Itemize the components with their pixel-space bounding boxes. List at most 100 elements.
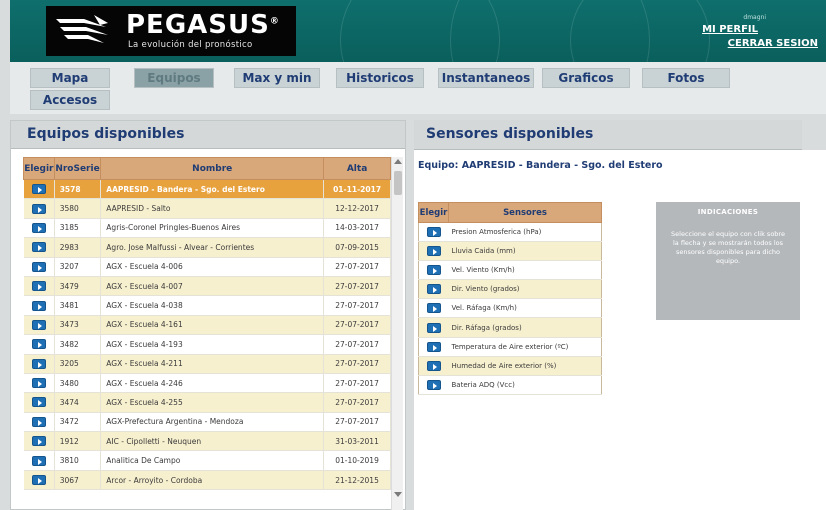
select-arrow-icon[interactable] (426, 322, 441, 333)
table-row[interactable]: 3479 AGX - Escuela 4-007 27-07-2017 (23, 276, 391, 297)
table-row[interactable]: 2983 Agro. Jose Malfussi - Alvear - Corri… (23, 237, 391, 258)
select-arrow-icon[interactable] (426, 227, 441, 238)
nav-equipos[interactable]: Equipos (134, 68, 214, 88)
table-row[interactable]: Dir. Viento (grados) (418, 279, 602, 300)
table-row[interactable]: Vel. Viento (Km/h) (418, 260, 602, 281)
select-arrow-icon[interactable] (31, 184, 46, 195)
scroll-up-icon[interactable] (394, 159, 402, 164)
select-arrow-icon[interactable] (31, 339, 46, 350)
table-row[interactable]: 3205 AGX - Escuela 4-211 27-07-2017 (23, 354, 391, 374)
alta-cell: 12-12-2017 (323, 198, 391, 219)
nav-graficos[interactable]: Graficos (542, 68, 630, 88)
logout-link[interactable]: CERRAR SESION (728, 38, 818, 49)
table-row[interactable]: 3207 AGX - Escuela 4-006 27-07-2017 (23, 257, 391, 277)
sensor-name-cell: Dir. Viento (grados) (448, 279, 602, 300)
profile-link[interactable]: MI PERFIL (702, 24, 758, 35)
alta-cell: 14-03-2017 (323, 218, 391, 239)
select-arrow-icon[interactable] (31, 378, 46, 389)
nroserie-cell: 2983 (54, 237, 102, 258)
nroserie-cell: 3473 (54, 315, 102, 336)
select-cell (23, 334, 55, 355)
select-arrow-icon[interactable] (31, 319, 46, 330)
table-row[interactable]: 3481 AGX - Escuela 4-038 27-07-2017 (23, 295, 391, 316)
column-header-elegir: Elegir (23, 157, 55, 180)
sensor-name-cell: Dir. Ráfaga (grados) (448, 317, 602, 338)
nav-fotos[interactable]: Fotos (642, 68, 730, 88)
select-cell (23, 179, 55, 200)
select-cell (23, 354, 55, 374)
column-header-elegir: Elegir (418, 202, 449, 223)
select-arrow-icon[interactable] (426, 246, 441, 257)
select-arrow-icon[interactable] (426, 284, 441, 295)
table-row[interactable]: Dir. Ráfaga (grados) (418, 317, 602, 338)
select-arrow-icon[interactable] (31, 436, 46, 447)
table-row[interactable]: 1912 AIC - Cipolletti - Neuquen 31-03-2011 (23, 431, 391, 452)
alta-cell: 01-11-2017 (323, 179, 391, 200)
select-cell (23, 198, 55, 219)
select-arrow-icon[interactable] (426, 379, 441, 390)
table-row[interactable]: 3473 AGX - Escuela 4-161 27-07-2017 (23, 315, 391, 336)
nroserie-cell: 3810 (54, 450, 102, 471)
table-row[interactable]: Lluvia Caida (mm) (418, 241, 602, 262)
table-row[interactable]: 3185 Agris-Coronel Pringles-Buenos Aires 1… (23, 218, 391, 239)
table-row[interactable]: 3810 Analitica De Campo 01-10-2019 (23, 450, 391, 471)
select-cell (23, 431, 55, 452)
select-arrow-icon[interactable] (426, 360, 441, 371)
equipos-scrollbar[interactable] (391, 157, 403, 510)
select-cell (418, 375, 449, 395)
sensores-table-body: Presion Atmosferica (hPa) Lluvia Caida (m… (418, 222, 602, 395)
nombre-cell: AGX - Escuela 4-161 (100, 315, 325, 336)
select-arrow-icon[interactable] (31, 281, 46, 292)
sensores-title: Sensores disponibles (426, 126, 594, 142)
alta-cell: 27-07-2017 (323, 276, 391, 297)
nombre-cell: AAPRESID - Salto (100, 198, 325, 219)
main-nav: Mapa Equipos Max y min Historicos Instan… (10, 62, 826, 114)
table-row[interactable]: Temperatura de Aire exterior (ºC) (418, 337, 602, 357)
select-arrow-icon[interactable] (31, 475, 46, 486)
table-row[interactable]: Humedad de Aire exterior (%) (418, 356, 602, 376)
select-arrow-icon[interactable] (31, 397, 46, 408)
table-row[interactable]: 3482 AGX - Escuela 4-193 27-07-2017 (23, 334, 391, 355)
equipos-table-header: Elegir NroSerie Nombre Alta (23, 157, 391, 180)
select-arrow-icon[interactable] (426, 341, 441, 352)
table-row[interactable]: 3067 Arcor - Arroyito - Cordoba 21-12-2015 (23, 470, 391, 491)
table-row[interactable]: Presion Atmosferica (hPa) (418, 222, 602, 243)
select-arrow-icon[interactable] (31, 242, 46, 253)
select-arrow-icon[interactable] (426, 303, 441, 314)
select-arrow-icon[interactable] (31, 455, 46, 466)
nombre-cell: Arcor - Arroyito - Cordoba (100, 470, 325, 491)
equipos-title: Equipos disponibles (27, 126, 185, 142)
scroll-thumb[interactable] (394, 171, 402, 195)
select-arrow-icon[interactable] (31, 222, 46, 233)
sensores-table-header: Elegir Sensores (418, 202, 602, 223)
nav-accesos[interactable]: Accesos (30, 90, 110, 110)
indicaciones-title: INDICACIONES (697, 208, 759, 216)
table-row[interactable]: 3472 AGX-Prefectura Argentina - Mendoza 27… (23, 412, 391, 433)
nav-max-y-min[interactable]: Max y min (234, 68, 320, 88)
select-arrow-icon[interactable] (31, 203, 46, 214)
table-row[interactable]: 3480 AGX - Escuela 4-246 27-07-2017 (23, 373, 391, 394)
nroserie-cell: 1912 (54, 431, 102, 452)
select-arrow-icon[interactable] (31, 300, 46, 311)
nav-mapa[interactable]: Mapa (30, 68, 110, 88)
alta-cell: 27-07-2017 (323, 373, 391, 394)
nav-historicos[interactable]: Historicos (336, 68, 424, 88)
nav-instantaneos[interactable]: Instantaneos (438, 68, 534, 88)
sensor-name-cell: Vel. Viento (Km/h) (448, 260, 602, 281)
select-arrow-icon[interactable] (31, 261, 46, 272)
scroll-down-icon[interactable] (394, 492, 402, 497)
select-arrow-icon[interactable] (31, 358, 46, 369)
table-row[interactable]: Bateria ADQ (Vcc) (418, 375, 602, 395)
table-row[interactable]: 3474 AGX - Escuela 4-255 27-07-2017 (23, 392, 391, 413)
nombre-cell: AGX - Escuela 4-255 (100, 392, 325, 413)
table-row[interactable]: 3580 AAPRESID - Salto 12-12-2017 (23, 198, 391, 219)
select-arrow-icon[interactable] (31, 416, 46, 427)
nroserie-cell: 3472 (54, 412, 102, 433)
sensor-name-cell: Vel. Ráfaga (Km/h) (448, 298, 602, 319)
alta-cell: 27-07-2017 (323, 257, 391, 277)
select-arrow-icon[interactable] (426, 265, 441, 276)
table-row[interactable]: Vel. Ráfaga (Km/h) (418, 298, 602, 319)
brand-subtitle: La evolución del pronóstico (128, 40, 253, 50)
select-cell (23, 295, 55, 316)
table-row[interactable]: 3578 AAPRESID - Bandera - Sgo. del Estero… (23, 179, 391, 200)
